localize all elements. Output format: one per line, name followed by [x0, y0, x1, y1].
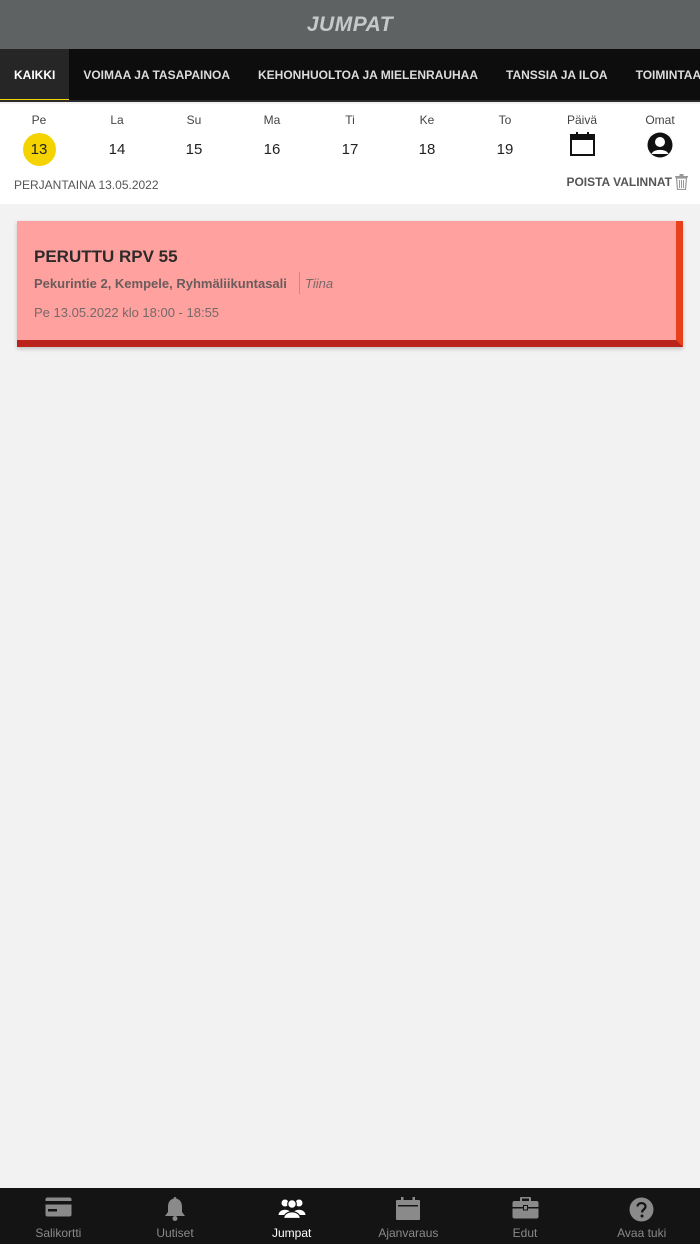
day-view-label: Päivä: [566, 113, 598, 127]
day-item[interactable]: Su 15: [155, 104, 233, 174]
nav-label: Jumpat: [272, 1226, 312, 1240]
day-selector: Pe 13 La 14 Su 15 Ma 16 Ti 17 Ke 18 To 1…: [0, 104, 700, 204]
day-view-button[interactable]: Päivä: [543, 104, 621, 174]
day-item[interactable]: Ma 16: [233, 104, 311, 174]
day-name: Pe: [31, 113, 47, 127]
tab-voimaa-ja-tasapainoa[interactable]: VOIMAA JA TASAPAINOA: [69, 49, 244, 100]
tab-kaikki[interactable]: KAIKKI: [0, 49, 70, 100]
nav-label: Edut: [512, 1226, 538, 1240]
day-list: Pe 13 La 14 Su 15 Ma 16 Ti 17 Ke 18 To 1…: [0, 104, 700, 174]
class-time: Pe 13.05.2022 klo 18:00 - 18:55: [34, 305, 220, 320]
trash-icon: [675, 174, 688, 190]
day-item[interactable]: Ke 18: [388, 104, 466, 174]
nav-avaa-tuki[interactable]: Avaa tuki: [583, 1188, 700, 1244]
class-instructor: Tiina: [305, 276, 334, 291]
nav-ajanvaraus[interactable]: Ajanvaraus: [350, 1188, 467, 1244]
tab-toimintaa-ja-rajahtavyytta[interactable]: TOIMINTAA JA RÄJÄHTÄVYYTTÄ: [622, 49, 700, 100]
day-item[interactable]: To 19: [466, 104, 544, 174]
tab-kehonhuoltoa-ja-mielenrauhaa[interactable]: KEHONHUOLTOA JA MIELENRAUHAA: [244, 49, 492, 100]
day-date: 17: [341, 141, 359, 158]
calendar-icon: [569, 132, 595, 156]
divider: [299, 272, 300, 294]
card-icon: [45, 1197, 72, 1217]
day-name: To: [498, 113, 512, 127]
briefcase-icon: [512, 1197, 539, 1219]
day-name: Su: [186, 113, 202, 127]
nav-label: Avaa tuki: [617, 1226, 667, 1240]
nav-label: Uutiset: [156, 1226, 194, 1240]
class-location: Pekurintie 2, Kempele, Ryhmäliikuntasali: [34, 276, 287, 291]
clear-selections-button[interactable]: POISTA VALINNAT: [566, 174, 688, 190]
day-item[interactable]: Pe 13: [0, 104, 78, 174]
user-icon: [647, 132, 673, 158]
day-name: Ke: [419, 113, 435, 127]
nav-edut[interactable]: Edut: [467, 1188, 584, 1244]
day-name: Ma: [263, 113, 281, 127]
day-name: La: [110, 113, 124, 127]
own-classes-label: Omat: [645, 113, 675, 127]
day-name: Ti: [345, 113, 355, 127]
day-date: 14: [108, 141, 126, 158]
nav-salikortti[interactable]: Salikortti: [0, 1188, 117, 1244]
day-date: 18: [418, 141, 436, 158]
app-header: JUMPAT: [0, 0, 700, 49]
nav-jumpat[interactable]: Jumpat: [233, 1188, 350, 1244]
nav-label: Ajanvaraus: [378, 1226, 439, 1240]
day-date: 19: [496, 141, 514, 158]
day-item[interactable]: Ti 17: [311, 104, 389, 174]
day-item[interactable]: La 14: [78, 104, 156, 174]
calendar-icon: [396, 1197, 421, 1220]
category-tabs[interactable]: KAIKKI VOIMAA JA TASAPAINOA KEHONHUOLTOA J…: [0, 49, 700, 102]
selected-date-label: PERJANTAINA 13.05.2022: [14, 178, 159, 192]
bottom-nav: Salikortti Uutiset Jumpat Ajanvaraus Edu…: [0, 1188, 700, 1244]
day-date: 13: [22, 133, 56, 166]
day-date: 16: [263, 141, 281, 158]
nav-uutiset[interactable]: Uutiset: [117, 1188, 234, 1244]
help-icon: [629, 1197, 654, 1222]
page-title: JUMPAT: [306, 12, 394, 36]
tab-tanssia-ja-iloa[interactable]: TANSSIA JA ILOA: [492, 49, 622, 100]
class-card[interactable]: PERUTTU RPV 55 Pekurintie 2, Kempele, Ry…: [17, 221, 683, 347]
own-classes-button[interactable]: Omat: [621, 104, 699, 174]
clear-selections-label: POISTA VALINNAT: [566, 175, 672, 189]
nav-label: Salikortti: [35, 1226, 82, 1240]
day-date: 15: [185, 141, 203, 158]
bell-icon: [165, 1197, 185, 1221]
group-icon: [278, 1199, 306, 1219]
class-title: PERUTTU RPV 55: [34, 247, 178, 266]
